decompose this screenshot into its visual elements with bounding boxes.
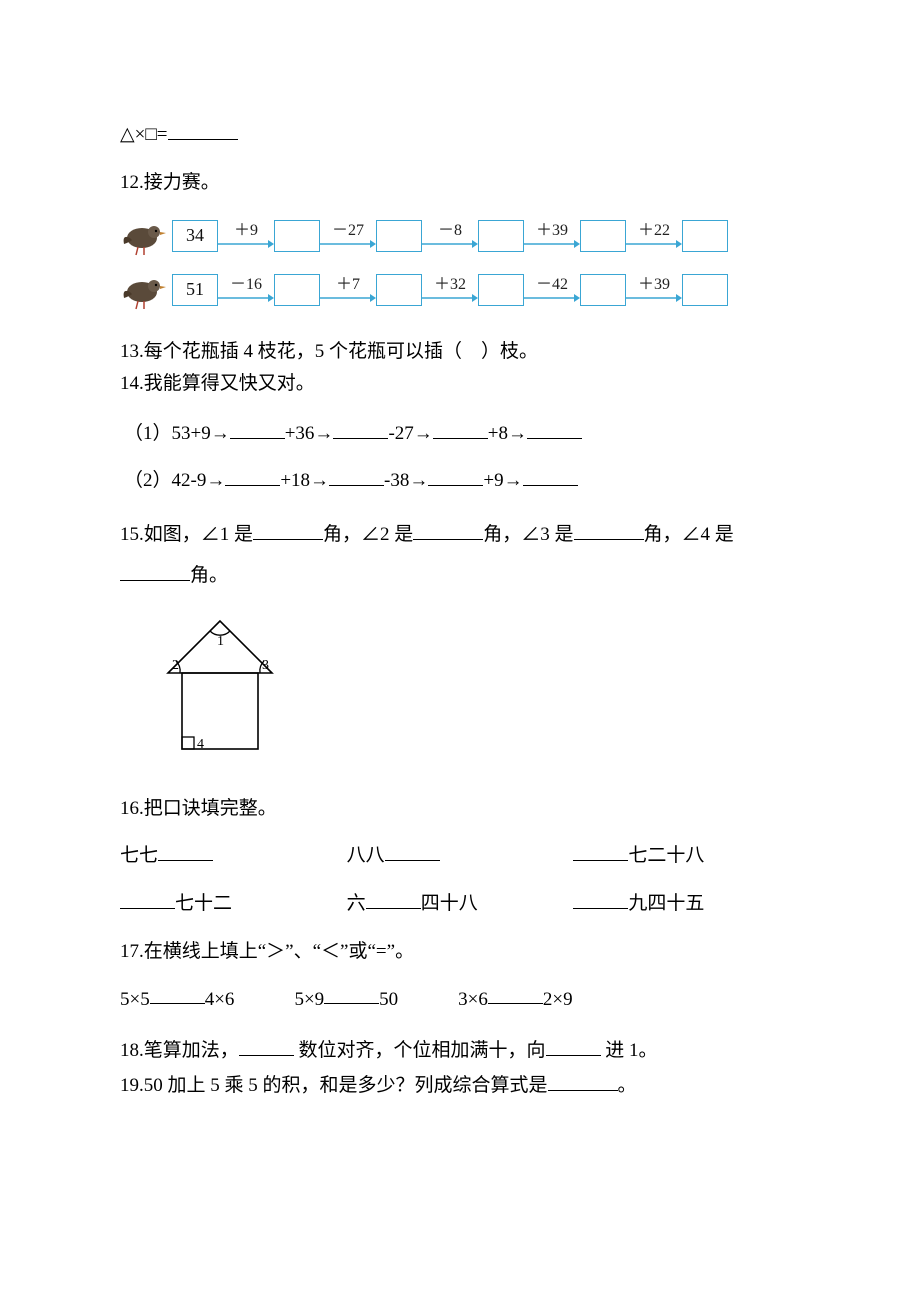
blank[interactable]	[433, 417, 488, 439]
blank[interactable]	[366, 887, 421, 909]
bird-icon	[120, 216, 168, 256]
blank[interactable]	[168, 118, 238, 140]
relay-op: －16	[230, 277, 262, 293]
relay-box[interactable]	[274, 274, 320, 306]
relay-box[interactable]	[274, 220, 320, 252]
blank[interactable]	[413, 518, 483, 540]
relay-row-2: 51 －16 ＋7 ＋32 －42 ＋39	[120, 270, 800, 310]
blank[interactable]	[574, 518, 644, 540]
blank[interactable]	[548, 1069, 618, 1091]
relay-op: －27	[332, 223, 364, 239]
relay-op: ＋39	[638, 277, 670, 293]
relay-start-box: 51	[172, 274, 218, 306]
q18: 18.笔算加法， 数位对齐，个位相加满十，向 进 1。	[120, 1034, 800, 1065]
compare-item: 3×62×9	[458, 983, 572, 1014]
blank[interactable]	[225, 464, 280, 486]
blank[interactable]	[158, 839, 213, 861]
blank[interactable]	[120, 887, 175, 909]
relay-op: ＋7	[336, 277, 360, 293]
q16-row2: 七十二 六四十八 九四十五	[120, 887, 800, 918]
q15-text: 15.如图，∠1 是角，∠2 是角，∠3 是角，∠4 是 角。	[120, 514, 800, 598]
blank[interactable]	[333, 417, 388, 439]
compare-item: 5×54×6	[120, 983, 234, 1014]
relay-op: －42	[536, 277, 568, 293]
angle-1-label: 1	[217, 634, 224, 649]
blank[interactable]	[230, 417, 285, 439]
q17-row: 5×54×6 5×950 3×62×9	[120, 983, 800, 1014]
blank[interactable]	[523, 464, 578, 486]
q14-line2: （2）42-9→+18→-38→+9→	[124, 464, 800, 495]
angle-2-label: 2	[172, 658, 179, 673]
blank[interactable]	[253, 518, 323, 540]
bird-icon	[120, 270, 168, 310]
blank[interactable]	[527, 417, 582, 439]
q16-row1: 七七 八八 七二十八	[120, 839, 800, 870]
q14-line1: （1）53+9→+36→-27→+8→	[124, 417, 800, 448]
q16-title: 16.把口诀填完整。	[120, 798, 277, 819]
blank[interactable]	[488, 983, 543, 1005]
relay-op: ＋32	[434, 277, 466, 293]
relay-box[interactable]	[580, 220, 626, 252]
relay-op: ＋22	[638, 223, 670, 239]
angle-4-label: 4	[197, 737, 204, 752]
angle-house-figure: 1 2 3 4	[150, 611, 800, 781]
relay-box[interactable]	[580, 274, 626, 306]
blank[interactable]	[546, 1034, 601, 1056]
q14-title: 14.我能算得又快又对。	[120, 373, 315, 394]
expr-text: △×□=	[120, 124, 168, 145]
relay-op: ＋9	[234, 223, 258, 239]
blank[interactable]	[573, 839, 628, 861]
relay-op: －8	[438, 223, 462, 239]
blank[interactable]	[329, 464, 384, 486]
blank[interactable]	[324, 983, 379, 1005]
relay-box[interactable]	[478, 274, 524, 306]
blank[interactable]	[428, 464, 483, 486]
relay-box[interactable]	[376, 220, 422, 252]
relay-start-box: 34	[172, 220, 218, 252]
blank[interactable]	[150, 983, 205, 1005]
blank[interactable]	[239, 1034, 294, 1056]
relay-race: 34 ＋9 －27 －8 ＋39 ＋22 51 －16	[120, 216, 800, 310]
blank[interactable]	[573, 887, 628, 909]
expr-triangle-times-square: △×□=	[120, 118, 800, 149]
compare-item: 5×950	[294, 983, 398, 1014]
q17-title: 17.在横线上填上“＞”、“＜”或“=”。	[120, 941, 414, 962]
q13: 13.每个花瓶插 4 枝花，5 个花瓶可以插（ ）枝。	[120, 338, 800, 367]
relay-box[interactable]	[682, 220, 728, 252]
angle-3-label: 3	[262, 658, 269, 673]
blank[interactable]	[385, 839, 440, 861]
blank[interactable]	[120, 560, 190, 582]
relay-op: ＋39	[536, 223, 568, 239]
relay-row-1: 34 ＋9 －27 －8 ＋39 ＋22	[120, 216, 800, 256]
relay-box[interactable]	[682, 274, 728, 306]
q12-title: 12.接力赛。	[120, 172, 220, 193]
relay-box[interactable]	[478, 220, 524, 252]
q19: 19.50 加上 5 乘 5 的积，和是多少？列成综合算式是。	[120, 1069, 800, 1100]
relay-box[interactable]	[376, 274, 422, 306]
